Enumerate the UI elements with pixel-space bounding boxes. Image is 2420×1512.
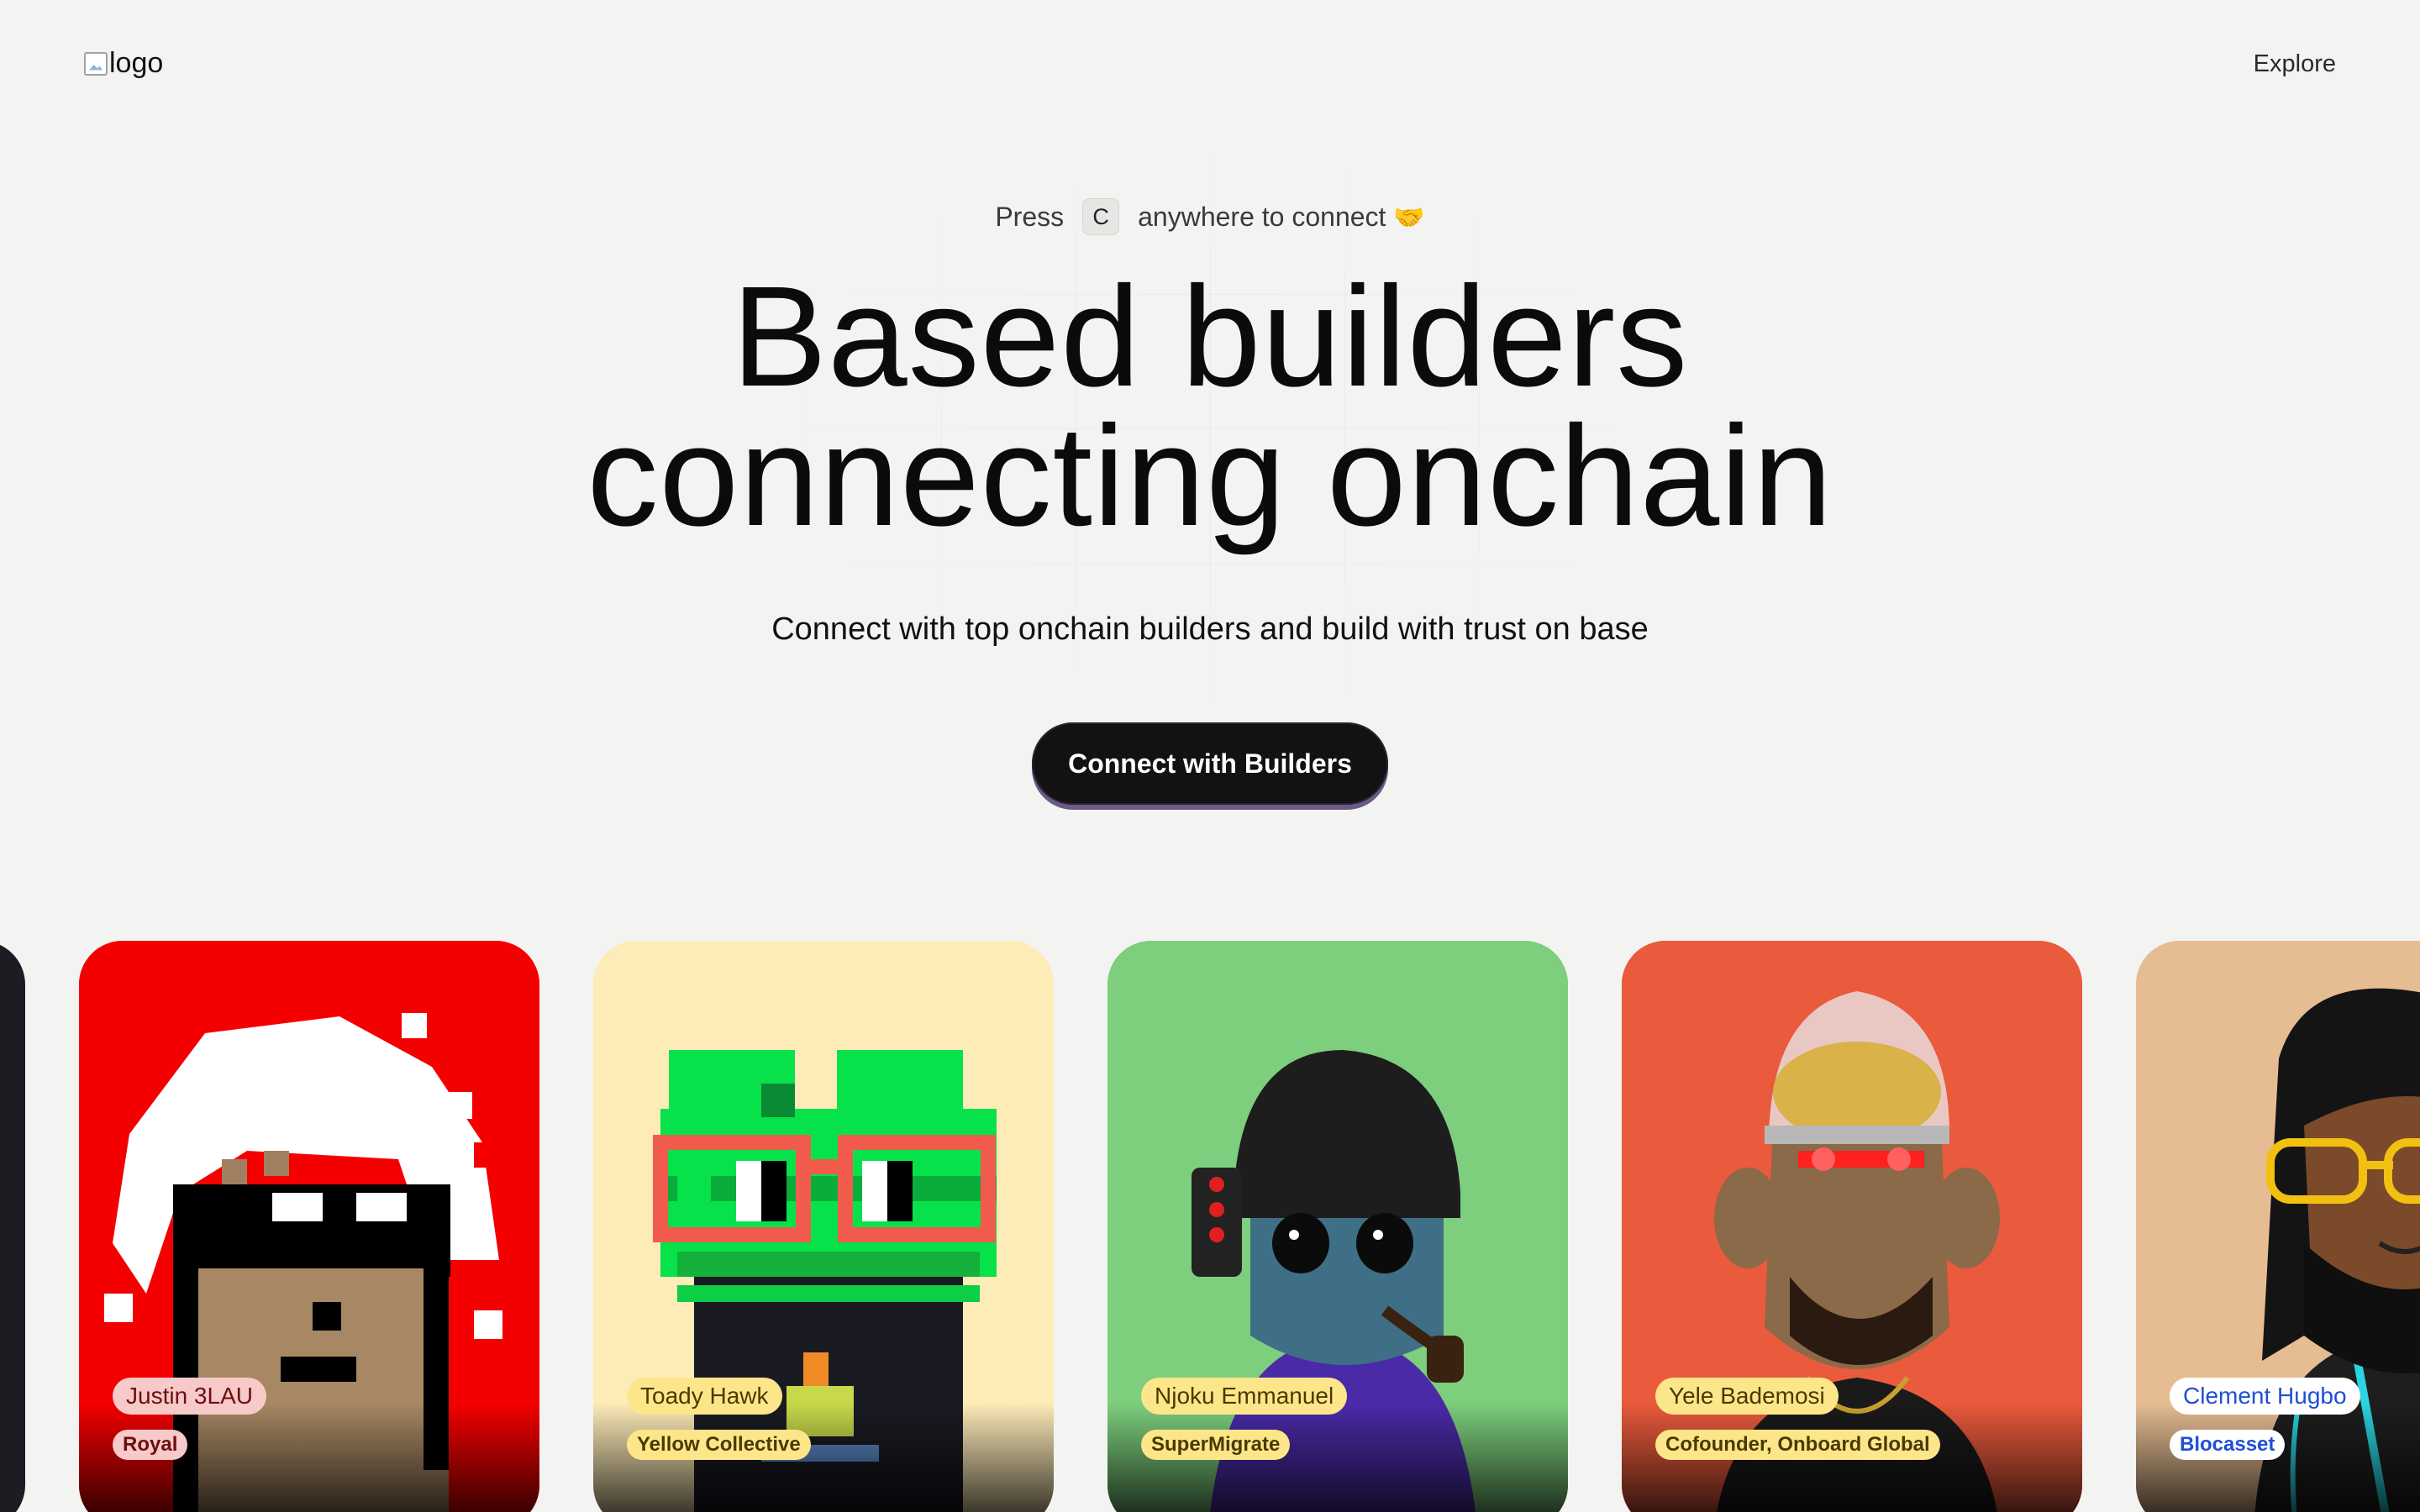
keyboard-key-c: C xyxy=(1082,198,1120,235)
builder-name: Justin 3LAU xyxy=(113,1378,266,1415)
builder-name: Yele Bademosi xyxy=(1655,1378,1839,1415)
press-hint-after-text: anywhere to connect xyxy=(1138,201,1386,232)
connect-with-builders-button[interactable]: Connect with Builders xyxy=(1032,722,1388,805)
builder-org: Yellow Collective xyxy=(627,1430,811,1460)
explore-link[interactable]: Explore xyxy=(2254,50,2336,78)
handshake-icon: 🤝 xyxy=(1393,203,1425,232)
builder-name: Njoku Emmanuel xyxy=(1141,1378,1348,1415)
builder-org: Royal xyxy=(113,1430,188,1460)
page-title: Based builders connecting onchain xyxy=(0,257,2420,556)
press-hint-after: anywhere to connect 🤝 xyxy=(1138,202,1425,233)
builder-carousel[interactable]: Justin 3LAU Royal Toady Hawk Yellow Coll… xyxy=(0,941,2420,1512)
builder-name: Toady Hawk xyxy=(627,1378,782,1415)
builder-card[interactable]: Yele Bademosi Cofounder, Onboard Global xyxy=(1622,941,2082,1512)
builder-card[interactable]: Toady Hawk Yellow Collective xyxy=(593,941,1054,1512)
logo-alt-text: logo xyxy=(109,47,164,79)
hero-subtitle: Connect with top onchain builders and bu… xyxy=(771,612,1649,647)
page-title-line-2: connecting onchain xyxy=(587,396,1833,556)
broken-image-icon xyxy=(84,51,108,76)
builder-card[interactable]: Justin 3LAU Royal xyxy=(79,941,539,1512)
builder-org: Cofounder, Onboard Global xyxy=(1655,1430,1940,1460)
press-hint: Press C anywhere to connect 🤝 xyxy=(0,198,2420,235)
logo[interactable]: logo xyxy=(84,47,163,80)
builder-name: Clement Hugbo xyxy=(2170,1378,2360,1415)
builder-org: Blocasset xyxy=(2170,1430,2286,1460)
builder-org: SuperMigrate xyxy=(1141,1430,1291,1460)
press-hint-before: Press xyxy=(995,201,1065,232)
builder-card-partial[interactable] xyxy=(0,941,25,1512)
page-title-line-1: Based builders xyxy=(731,257,1689,417)
builder-card[interactable]: Njoku Emmanuel SuperMigrate xyxy=(1107,941,1568,1512)
builder-card[interactable]: Clement Hugbo Blocasset xyxy=(2136,941,2420,1512)
